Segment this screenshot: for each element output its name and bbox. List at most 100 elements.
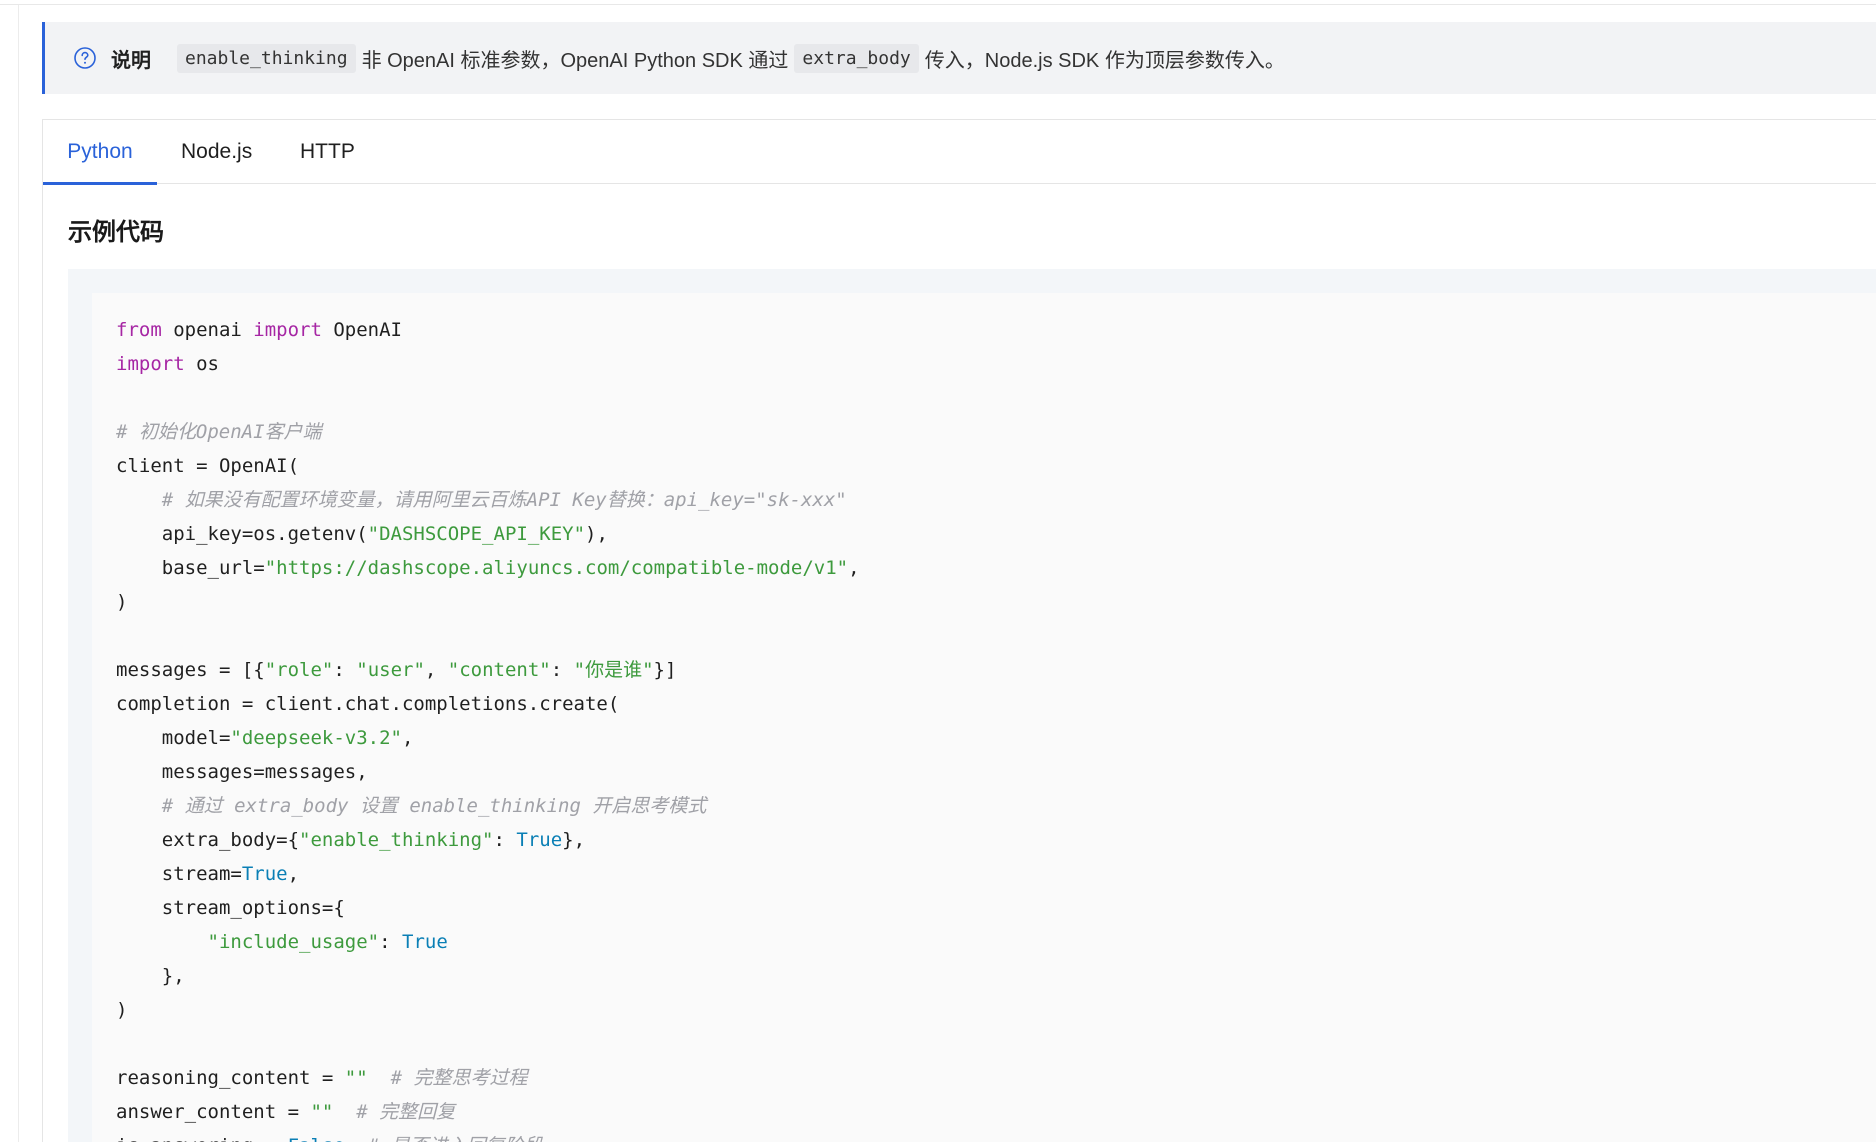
code-token: ): [116, 999, 128, 1021]
code-token: os: [184, 353, 219, 375]
code-token: OpenAI: [321, 319, 402, 341]
code-line: is_answering = False # 是否进入回复阶段: [116, 1129, 860, 1142]
code-token: reasoning_content =: [116, 1067, 345, 1089]
code-token: # 是否进入回复阶段: [368, 1135, 543, 1142]
code-token: :: [550, 659, 574, 681]
question-circle-icon: [73, 46, 97, 70]
code-token: base_url=: [116, 557, 265, 579]
active-tab-indicator: [43, 182, 157, 185]
code-line: model="deepseek-v3.2",: [116, 721, 860, 755]
code-token: messages = [{: [116, 659, 265, 681]
code-token: "role": [264, 659, 334, 681]
code-line: base_url="https://dashscope.aliyuncs.com…: [116, 551, 860, 585]
code-line: messages=messages,: [116, 755, 860, 789]
code-token: import: [253, 319, 322, 341]
code-token: # 初始化OpenAI客户端: [116, 421, 322, 443]
code-token: :: [379, 931, 402, 953]
code-token: "https://dashscope.aliyuncs.com/compatib…: [264, 557, 849, 579]
code-block[interactable]: from openai import OpenAI import os # 初始化O…: [92, 293, 1876, 1142]
code-token: "enable_thinking": [299, 829, 494, 851]
code-token: "user": [356, 659, 425, 681]
code-content: from openai import OpenAI import os # 初始化O…: [116, 313, 860, 1142]
code-token: openai: [161, 319, 254, 341]
note-text-2: 传入，Node.js SDK 作为顶层参数传入。: [924, 49, 1285, 72]
code-token: # 如果没有配置环境变量，请用阿里云百炼API Key替换：api_key="s…: [161, 489, 847, 511]
code-token: is_answering =: [116, 1135, 288, 1142]
code-token: # 完整思考过程: [390, 1067, 528, 1089]
tab-bar: Python Node.js HTTP: [43, 120, 1876, 185]
code-line: # 初始化OpenAI客户端: [116, 415, 860, 449]
section-title: 示例代码: [68, 219, 164, 246]
code-line: },: [116, 959, 860, 993]
code-token: completion = client.chat.completions.cre…: [116, 693, 620, 715]
code-token: "": [344, 1067, 368, 1089]
code-token: stream=: [116, 863, 242, 885]
code-token: "include_usage": [207, 931, 380, 953]
code-token: # 通过 extra_body 设置 enable_thinking 开启思考模…: [161, 795, 707, 817]
code-line: stream=True,: [116, 857, 860, 891]
code-token: ,: [401, 727, 414, 749]
code-line: # 通过 extra_body 设置 enable_thinking 开启思考模…: [116, 789, 860, 823]
code-tabs-panel: Python Node.js HTTP 示例代码 from openai imp…: [42, 119, 1876, 1142]
note-callout: 说明 enable_thinking 非 OpenAI 标准参数，OpenAI …: [42, 22, 1876, 94]
code-line: extra_body={"enable_thinking": True},: [116, 823, 860, 857]
code-token: :: [333, 659, 357, 681]
tab-python[interactable]: Python: [43, 120, 157, 185]
code-line: "include_usage": True: [116, 925, 860, 959]
code-token: ,: [848, 557, 860, 579]
code-token: import: [116, 353, 185, 375]
code-line: import os: [116, 347, 860, 381]
code-line: completion = client.chat.completions.cre…: [116, 687, 860, 721]
code-token: from: [116, 319, 162, 341]
note-text-1: 非 OpenAI 标准参数，OpenAI Python SDK 通过: [361, 49, 789, 72]
code-token: False: [288, 1135, 345, 1142]
code-token: },: [562, 829, 586, 851]
left-divider: [18, 5, 19, 1142]
code-token: model=: [116, 727, 231, 749]
code-token: True: [516, 829, 563, 851]
tab-nodejs[interactable]: Node.js: [181, 120, 252, 184]
code-token: client = OpenAI(: [116, 455, 300, 477]
code-line: # 如果没有配置环境变量，请用阿里云百炼API Key替换：api_key="s…: [116, 483, 860, 517]
code-line: stream_options={: [116, 891, 860, 925]
tab-python-label: Python: [67, 140, 133, 163]
code-token: messages=messages,: [116, 761, 368, 783]
code-token: ): [116, 591, 128, 613]
code-line: api_key=os.getenv("DASHSCOPE_API_KEY"),: [116, 517, 860, 551]
code-token: stream_options={: [116, 897, 345, 919]
code-token: "你是谁": [573, 659, 654, 681]
code-token: ),: [585, 523, 608, 545]
inline-code-enable-thinking: enable_thinking: [177, 43, 356, 73]
code-line: answer_content = "" # 完整回复: [116, 1095, 860, 1129]
note-label: 说明: [111, 49, 151, 72]
code-line: ): [116, 993, 860, 1027]
code-token: extra_body={: [116, 829, 300, 851]
code-token: "": [310, 1101, 334, 1123]
tab-http-label: HTTP: [300, 140, 355, 163]
doc-page: 说明 enable_thinking 非 OpenAI 标准参数，OpenAI …: [0, 0, 1876, 1142]
code-token: api_key=os.getenv(: [116, 523, 368, 545]
code-token: True: [402, 931, 448, 953]
tab-http[interactable]: HTTP: [300, 120, 355, 184]
code-line: ): [116, 585, 860, 619]
code-token: answer_content =: [116, 1101, 311, 1123]
inline-code-extra-body: extra_body: [794, 43, 919, 73]
code-token: # 完整回复: [356, 1101, 456, 1123]
top-divider: [0, 4, 1876, 5]
code-token: ,: [424, 659, 448, 681]
code-token: "DASHSCOPE_API_KEY": [367, 523, 586, 545]
code-token: }]: [653, 659, 677, 681]
code-token: "deepseek-v3.2": [230, 727, 402, 749]
code-token: True: [241, 863, 288, 885]
code-token: ,: [287, 863, 300, 885]
code-block-container: from openai import OpenAI import os # 初始化O…: [68, 269, 1876, 1142]
